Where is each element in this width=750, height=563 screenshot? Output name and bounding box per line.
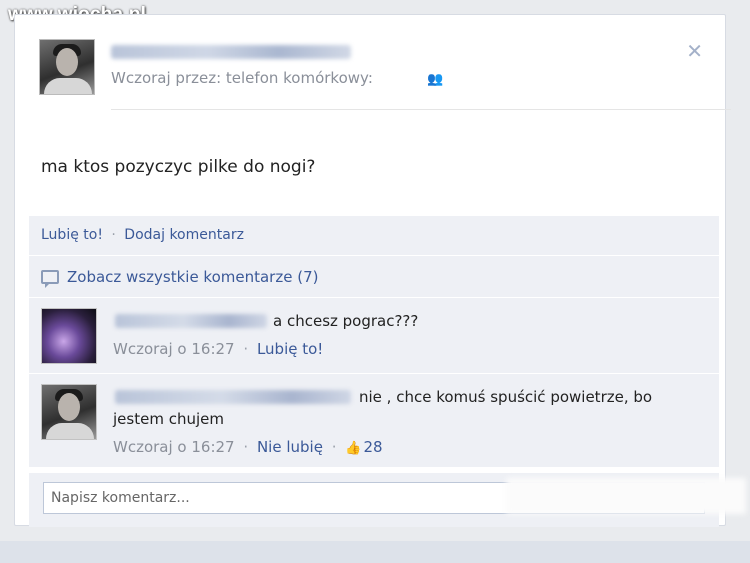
separator: · [111, 227, 116, 243]
status-text: ma ktos pozyczyc pilke do nogi? [41, 157, 316, 177]
like-count[interactable]: 👍 28 [345, 438, 382, 456]
add-comment-link[interactable]: Dodaj komentarz [124, 227, 244, 243]
header-divider [111, 109, 731, 110]
comment-meta: Wczoraj o 16:27 · Nie lubię · 👍 28 [113, 438, 383, 456]
commenter-name-redacted [115, 314, 267, 328]
comment-item: nie , chce komuś spuścić powietrze, bo j… [29, 374, 719, 468]
commenter-avatar[interactable] [41, 384, 97, 440]
view-all-label: Zobacz wszystkie komentarze (7) [67, 268, 319, 286]
comment-item: a chcesz pograc??? Wczoraj o 16:27 · Lub… [29, 298, 719, 374]
avatar-face [58, 393, 80, 421]
avatar-shoulders [46, 423, 94, 439]
separator: · [243, 438, 249, 456]
comment-text: nie , chce komuś spuścić powietrze, bo j… [113, 388, 653, 428]
separator: · [243, 340, 249, 358]
comment-unlike-link[interactable]: Nie lubię [257, 438, 323, 456]
post-header: Wczoraj przez: telefon komórkowy: 👥 [27, 39, 731, 129]
avatar-shoulders [44, 78, 92, 94]
close-icon[interactable]: ✕ [686, 39, 703, 63]
post-meta: Wczoraj przez: telefon komórkowy: [111, 69, 373, 87]
post-actions: Lubię to! · Dodaj komentarz [29, 216, 719, 256]
comment-time: Wczoraj o 16:27 [113, 340, 235, 358]
author-avatar[interactable] [39, 39, 95, 95]
like-link[interactable]: Lubię to! [41, 227, 103, 243]
author-name-redacted [111, 45, 351, 59]
separator: · [331, 438, 337, 456]
feedback-area: Lubię to! · Dodaj komentarz Zobacz wszys… [29, 216, 719, 468]
thumbs-up-icon: 👍 [345, 441, 362, 456]
comment-time: Wczoraj o 16:27 [113, 438, 235, 456]
next-story-edge [0, 541, 750, 563]
comment-meta: Wczoraj o 16:27 · Lubię to! [113, 340, 323, 358]
comment-bubble-icon [41, 270, 59, 288]
like-count-value: 28 [363, 438, 383, 456]
story-card: Wczoraj przez: telefon komórkowy: 👥 ✕ ma… [14, 14, 731, 527]
avatar-face [56, 48, 78, 76]
redaction-blur [506, 478, 746, 514]
comment-like-link[interactable]: Lubię to! [257, 340, 323, 358]
comment-text: a chcesz pograc??? [273, 312, 419, 330]
people-icon: 👥 [427, 72, 444, 87]
commenter-avatar[interactable] [41, 308, 97, 364]
view-all-comments[interactable]: Zobacz wszystkie komentarze (7) [29, 256, 719, 298]
